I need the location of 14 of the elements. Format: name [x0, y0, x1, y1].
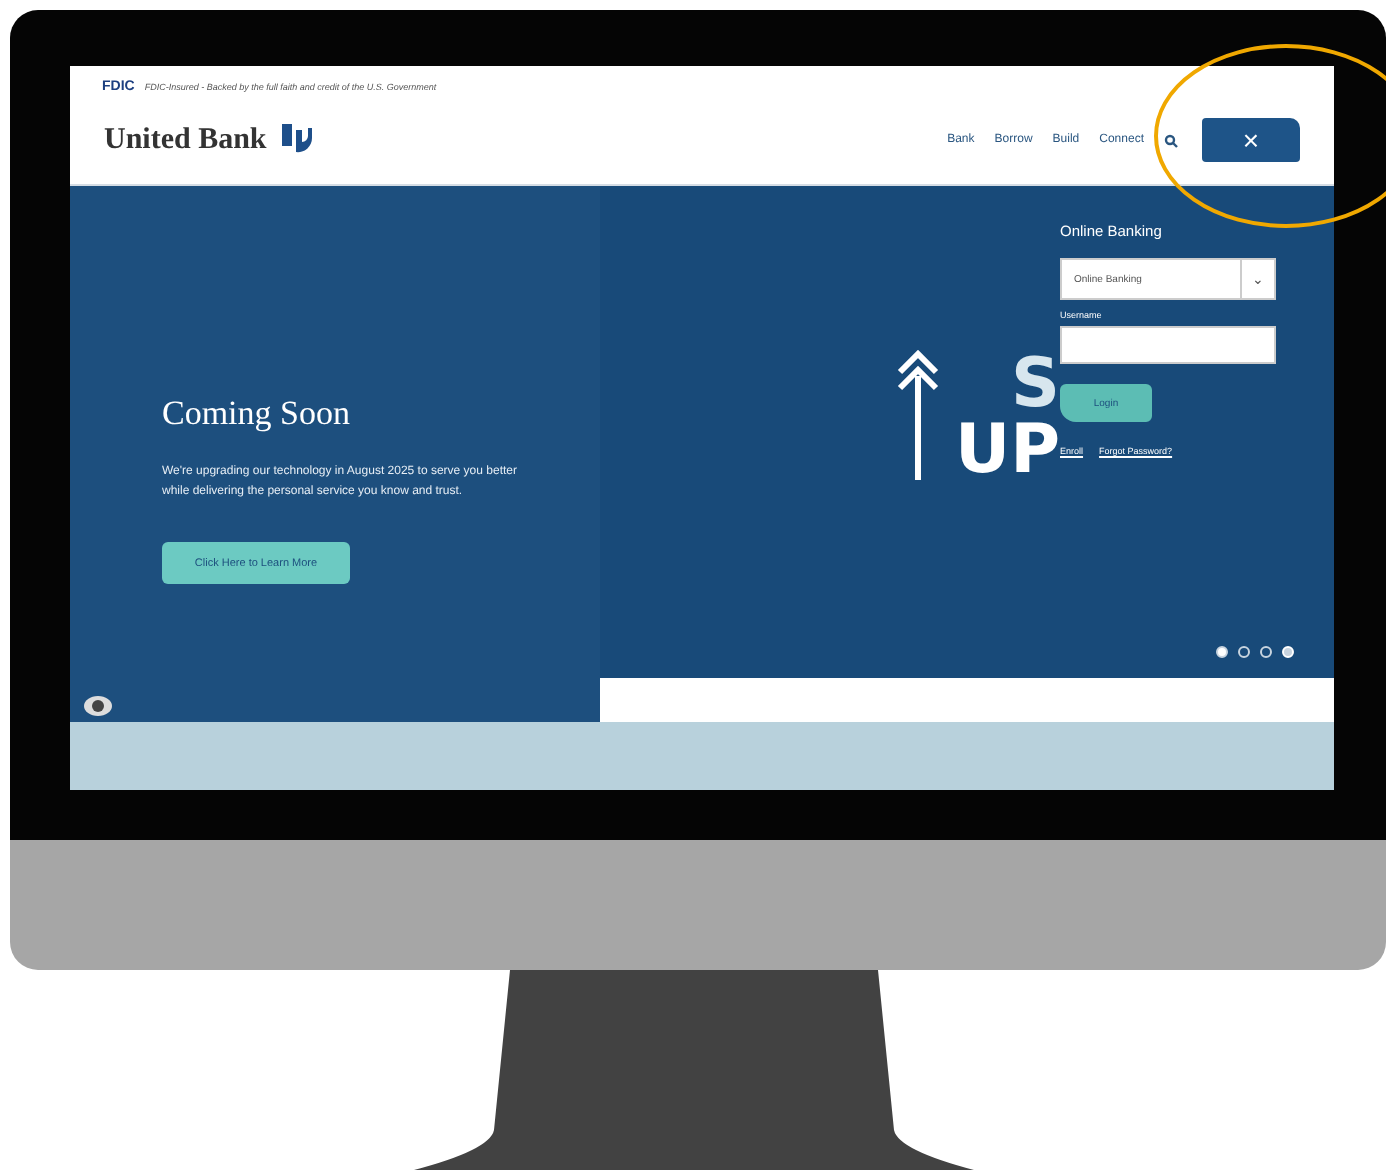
eye-icon[interactable] — [82, 694, 114, 718]
bank-logo-icon — [278, 122, 315, 158]
username-field[interactable] — [1060, 326, 1276, 364]
pause-control[interactable] — [1282, 646, 1294, 658]
carousel-dot[interactable] — [1260, 646, 1272, 658]
carousel-dot[interactable] — [1216, 646, 1228, 658]
carousel-dot[interactable] — [1238, 646, 1250, 658]
bank-name[interactable]: United Bank — [104, 123, 267, 157]
search-icon[interactable] — [1164, 133, 1178, 147]
close-button[interactable]: × — [1202, 118, 1300, 162]
banner-text: S — [1011, 352, 1060, 416]
banner-text: UP — [954, 416, 1060, 484]
upward-arrow-icon — [896, 344, 940, 484]
hero-title: Coming Soon — [162, 394, 352, 434]
